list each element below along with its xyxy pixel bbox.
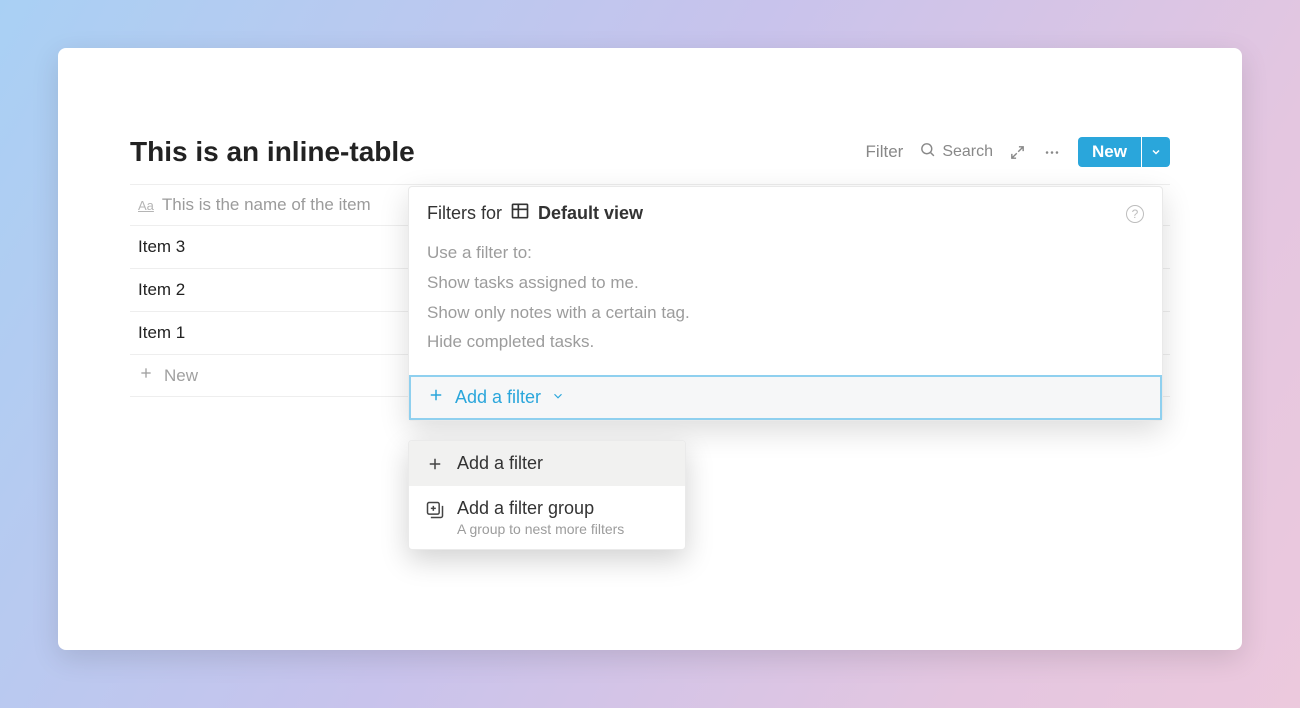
filter-popover: Filters for Default view ? Use a filter … (408, 186, 1163, 421)
plus-icon (425, 455, 445, 473)
filters-for-label: Filters for (427, 203, 502, 224)
filter-popover-header: Filters for Default view ? (409, 187, 1162, 230)
desc-line: Use a filter to: (427, 238, 1144, 268)
desc-line: Show only notes with a certain tag. (427, 298, 1144, 328)
table-view-icon (510, 201, 530, 226)
help-icon[interactable]: ? (1126, 205, 1144, 223)
dropdown-item-add-filter-group[interactable]: Add a filter group A group to nest more … (409, 486, 685, 549)
filter-group-icon (425, 500, 445, 520)
text-property-icon: Aa (138, 198, 154, 213)
dropdown-item-label: Add a filter group (457, 498, 624, 519)
add-filter-button[interactable]: Add a filter (409, 375, 1162, 420)
search-label: Search (942, 143, 993, 161)
plus-icon (427, 386, 445, 409)
search-button[interactable]: Search (919, 141, 993, 163)
desc-line: Hide completed tasks. (427, 327, 1144, 357)
view-name: Default view (538, 203, 643, 224)
new-button-caret[interactable] (1142, 137, 1170, 167)
dropdown-item-text: Add a filter group A group to nest more … (457, 498, 624, 537)
chevron-down-icon (551, 387, 565, 408)
new-button[interactable]: New (1078, 137, 1141, 167)
add-filter-dropdown: Add a filter Add a filter group A group … (408, 440, 686, 550)
column-header-label: This is the name of the item (162, 195, 371, 215)
filter-popover-description: Use a filter to: Show tasks assigned to … (409, 230, 1162, 375)
page-title: This is an inline-table (130, 136, 415, 168)
dropdown-item-label: Add a filter (457, 453, 543, 474)
search-icon (919, 141, 936, 163)
table-header-row: This is an inline-table Filter Search Ne… (130, 136, 1170, 168)
add-filter-label: Add a filter (455, 387, 541, 408)
table-toolbar: Filter Search New (866, 137, 1170, 167)
dropdown-item-sublabel: A group to nest more filters (457, 521, 624, 537)
filter-button[interactable]: Filter (866, 142, 904, 162)
desc-line: Show tasks assigned to me. (427, 268, 1144, 298)
more-icon[interactable] (1042, 144, 1062, 161)
dropdown-item-add-filter[interactable]: Add a filter (409, 441, 685, 486)
new-button-group: New (1078, 137, 1170, 167)
plus-icon (138, 365, 154, 386)
expand-icon[interactable] (1009, 144, 1026, 161)
add-row-label: New (164, 366, 198, 386)
